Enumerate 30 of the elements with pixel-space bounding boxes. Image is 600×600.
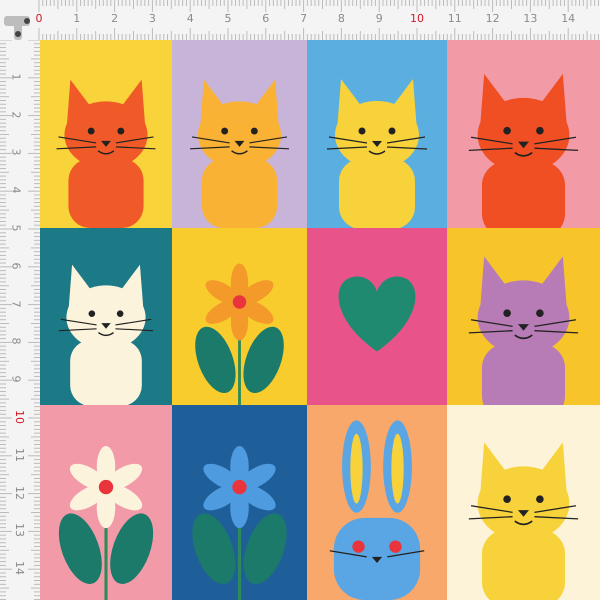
ruler-number: 9: [8, 376, 22, 383]
ruler-number: 12: [12, 486, 26, 500]
ruler-number: 8: [338, 12, 345, 26]
ruler-number: 10: [12, 410, 26, 424]
ruler-number: 8: [8, 338, 22, 345]
ruler-number: 1: [8, 73, 22, 80]
ruler-number: 5: [224, 12, 232, 26]
ruler-number: 3: [8, 148, 22, 156]
ruler-number: 6: [262, 12, 270, 26]
ruler-number: 10: [410, 12, 424, 26]
ruler-number: 2: [8, 111, 22, 118]
ruler-number: 4: [8, 186, 22, 194]
ruler-number: 7: [300, 12, 308, 26]
ruler-number: 13: [12, 523, 26, 538]
ruler-number: 3: [148, 12, 156, 26]
ruler-number: 7: [8, 300, 22, 308]
ruler-clip-icon: [4, 16, 30, 40]
ruler-number: 11: [12, 448, 26, 462]
ruler-number: 0: [36, 12, 42, 26]
ruler-number: 12: [486, 12, 500, 26]
ruler-number: 14: [12, 561, 26, 576]
ruler-number: 4: [186, 12, 194, 26]
ruler-number: 6: [8, 262, 22, 270]
ruler-number: 14: [561, 12, 576, 26]
ruler-number: 5: [8, 224, 22, 232]
ruler-number: 11: [448, 12, 462, 26]
ruler-number: 13: [523, 12, 538, 26]
ruler-number: 9: [376, 12, 383, 26]
ruler-number: 1: [73, 12, 80, 26]
ruler-number: 2: [111, 12, 118, 26]
